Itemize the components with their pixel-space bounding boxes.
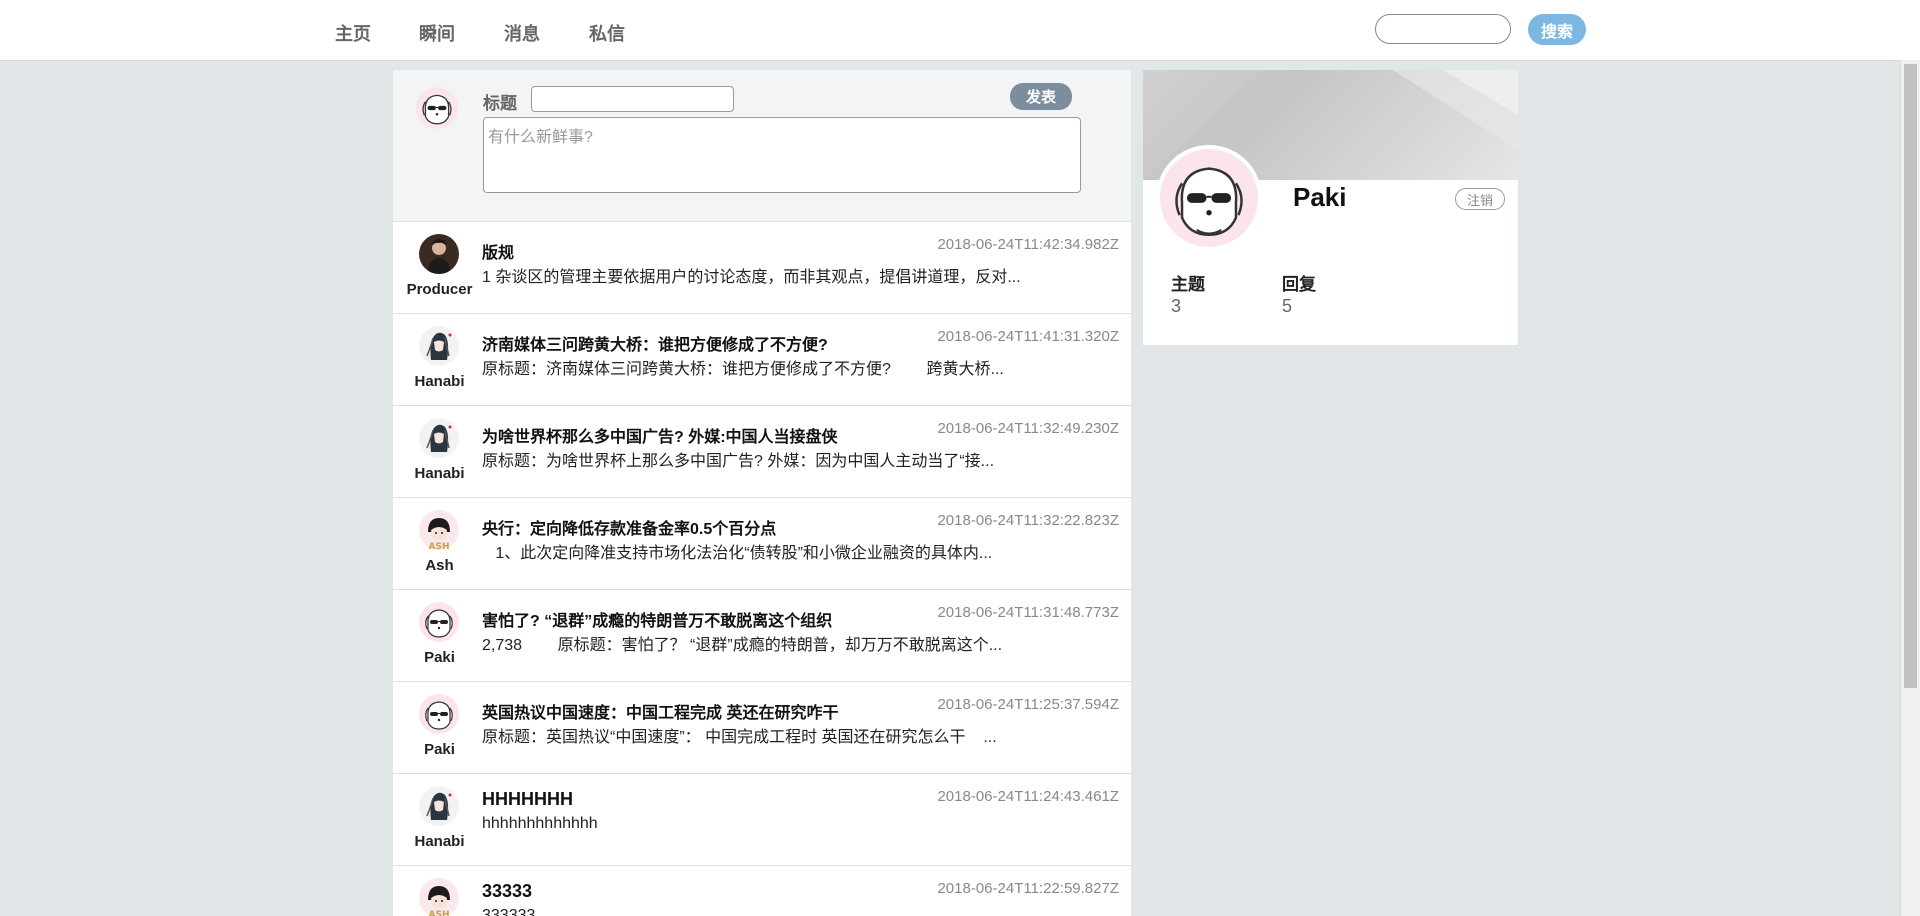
- title-label: 标题: [483, 94, 517, 113]
- post-author-avatar[interactable]: ASH: [419, 510, 459, 552]
- post-excerpt: 1 杂谈区的管理主要依据用户的讨论态度，而非其观点，提倡讲道理，反对...: [482, 269, 1021, 286]
- composer-avatar: [416, 87, 458, 129]
- post-title[interactable]: 央行：定向降低存款准备金率0.5个百分点: [482, 515, 776, 539]
- post-author-name[interactable]: Hanabi: [393, 833, 486, 850]
- post-author-avatar[interactable]: [419, 418, 459, 458]
- post-item[interactable]: Paki 英国热议中国速度：中国工程完成 英还在研究咋干 2018-06-24T11…: [393, 682, 1131, 774]
- post-author-name[interactable]: Producer: [393, 281, 486, 298]
- profile-name: Paki: [1293, 182, 1347, 212]
- scrollbar-thumb[interactable]: [1904, 64, 1917, 688]
- post-title[interactable]: 害怕了? “退群”成瘾的特朗普万不敢脱离这个组织: [482, 607, 832, 631]
- title-input[interactable]: [531, 86, 734, 112]
- topics-count[interactable]: 3: [1171, 296, 1181, 317]
- post-author-name[interactable]: Hanabi: [393, 465, 486, 482]
- post-title[interactable]: 33333: [482, 881, 532, 902]
- profile-avatar[interactable]: [1160, 149, 1258, 247]
- post-item[interactable]: Paki 害怕了? “退群”成瘾的特朗普万不敢脱离这个组织 2018-06-24T1…: [393, 590, 1131, 682]
- post-timestamp: 2018-06-24T11:24:43.461Z: [937, 788, 1119, 805]
- nav-moments-link[interactable]: 瞬间: [419, 20, 455, 46]
- logout-button[interactable]: 注销: [1455, 188, 1505, 210]
- post-author-avatar[interactable]: [419, 326, 459, 366]
- post-timestamp: 2018-06-24T11:31:48.773Z: [937, 604, 1119, 621]
- top-nav-bar: 主页 瞬间 消息 私信 搜索: [0, 0, 1920, 61]
- post-excerpt: 1、此次定向降准支持市场化法治化“债转股”和小微企业融资的具体内...: [482, 545, 993, 562]
- post-item[interactable]: ASH Ash 央行：定向降低存款准备金率0.5个百分点 2018-06-24T11:…: [393, 498, 1131, 590]
- post-timestamp: 2018-06-24T11:32:22.823Z: [937, 512, 1119, 529]
- post-timestamp: 2018-06-24T11:22:59.827Z: [937, 880, 1119, 897]
- post-excerpt: hhhhhhhhhhhhh: [482, 815, 598, 832]
- svg-text:ASH: ASH: [429, 542, 450, 550]
- post-timestamp: 2018-06-24T11:25:37.594Z: [937, 696, 1119, 713]
- publish-button[interactable]: 发表: [1010, 83, 1072, 110]
- topics-label: 主题: [1171, 275, 1205, 294]
- post-author-avatar[interactable]: [419, 786, 459, 826]
- post-author-avatar[interactable]: [419, 694, 459, 734]
- content-textarea[interactable]: [483, 117, 1081, 193]
- post-excerpt: 原标题：英国热议“中国速度”： 中国完成工程时 英国还在研究怎么干 ...: [482, 729, 997, 746]
- replies-label: 回复: [1282, 275, 1316, 294]
- post-author-name[interactable]: Paki: [393, 741, 486, 758]
- post-title[interactable]: 济南媒体三问跨黄大桥：谁把方便修成了不方便?: [482, 331, 828, 355]
- replies-count[interactable]: 5: [1282, 296, 1292, 317]
- nav-home-link[interactable]: 主页: [335, 20, 371, 46]
- profile-card: Paki 注销 主题 3 回复 5: [1143, 70, 1518, 345]
- feed-column: 标题 发表 Producer 版规 2018-06-24T11:42:34.982Z…: [393, 70, 1131, 916]
- post-item[interactable]: Hanabi 济南媒体三问跨黄大桥：谁把方便修成了不方便? 2018-06-24T1…: [393, 314, 1131, 406]
- search-button[interactable]: 搜索: [1528, 14, 1586, 45]
- post-author-avatar[interactable]: ASH: [419, 878, 459, 916]
- search-input[interactable]: [1375, 14, 1511, 44]
- post-item[interactable]: Hanabi HHHHHHH 2018-06-24T11:24:43.461Z hhh…: [393, 774, 1131, 866]
- post-item[interactable]: Producer 版规 2018-06-24T11:42:34.982Z 1 杂谈区的…: [393, 222, 1131, 314]
- post-excerpt: 2,738 原标题：害怕了？ “退群”成瘾的特朗普，却万万不敢脱离这个...: [482, 637, 1003, 654]
- post-excerpt: 原标题：为啥世界杯上那么多中国广告? 外媒：因为中国人主动当了“接...: [482, 453, 995, 470]
- svg-text:ASH: ASH: [429, 910, 450, 916]
- post-timestamp: 2018-06-24T11:41:31.320Z: [937, 328, 1119, 345]
- post-title[interactable]: 英国热议中国速度：中国工程完成 英还在研究咋干: [482, 699, 838, 723]
- nav-direct-messages-link[interactable]: 私信: [589, 20, 625, 46]
- post-author-avatar[interactable]: [419, 234, 459, 274]
- post-title[interactable]: HHHHHHH: [482, 789, 573, 810]
- post-title[interactable]: 版规: [482, 239, 514, 263]
- post-author-name[interactable]: Paki: [393, 649, 486, 666]
- nav-messages-link[interactable]: 消息: [504, 20, 540, 46]
- post-timestamp: 2018-06-24T11:42:34.982Z: [937, 236, 1119, 253]
- post-author-name[interactable]: Hanabi: [393, 373, 486, 390]
- post-title[interactable]: 为啥世界杯那么多中国广告? 外媒:中国人当接盘侠: [482, 423, 838, 447]
- post-author-name[interactable]: Ash: [393, 557, 486, 574]
- post-list: Producer 版规 2018-06-24T11:42:34.982Z 1 杂谈区的…: [393, 222, 1131, 916]
- post-excerpt: 333333: [482, 907, 536, 916]
- post-timestamp: 2018-06-24T11:32:49.230Z: [937, 420, 1119, 437]
- post-composer: 标题 发表: [393, 70, 1131, 222]
- post-item[interactable]: ASHAsh333332018-06-24T11:22:59.827Z33333…: [393, 866, 1131, 916]
- post-item[interactable]: Hanabi 为啥世界杯那么多中国广告? 外媒:中国人当接盘侠 2018-06-24…: [393, 406, 1131, 498]
- post-author-avatar[interactable]: [419, 602, 459, 642]
- post-excerpt: 原标题：济南媒体三问跨黄大桥：谁把方便修成了不方便? 跨黄大桥...: [482, 361, 1004, 378]
